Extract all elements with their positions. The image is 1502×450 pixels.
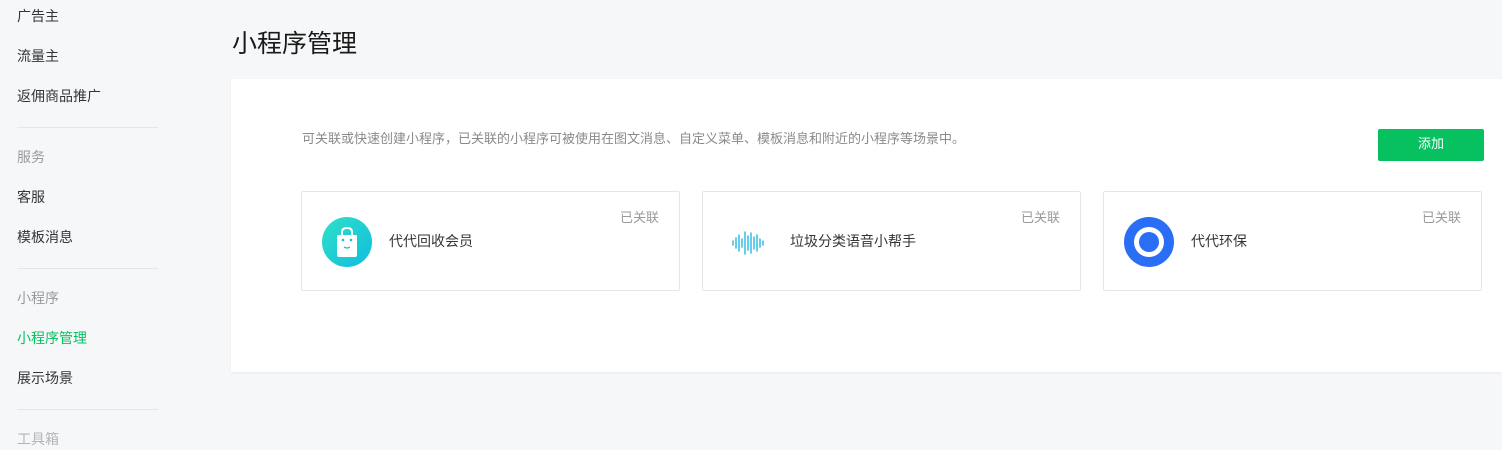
sidebar-item-advertiser[interactable]: 广告主 bbox=[17, 7, 59, 27]
sidebar: 广告主 流量主 返佣商品推广 服务 客服 模板消息 小程序 小程序管理 展示场景… bbox=[0, 0, 200, 448]
sidebar-item-miniprogram-management[interactable]: 小程序管理 bbox=[17, 329, 87, 349]
sidebar-item-template-message[interactable]: 模板消息 bbox=[17, 228, 73, 248]
sidebar-divider bbox=[17, 409, 158, 410]
card-name: 垃圾分类语音小帮手 bbox=[790, 234, 916, 250]
sidebar-item-commission-promotion[interactable]: 返佣商品推广 bbox=[17, 87, 101, 107]
sound-wave-icon bbox=[723, 217, 773, 267]
sidebar-divider bbox=[17, 268, 158, 269]
sidebar-item-publisher[interactable]: 流量主 bbox=[17, 47, 59, 67]
sidebar-group-toolbox-title: 工具箱 bbox=[17, 432, 59, 448]
miniprogram-card[interactable]: 已关联 代代环保 bbox=[1103, 191, 1482, 291]
sidebar-item-customer-service[interactable]: 客服 bbox=[17, 188, 45, 208]
sidebar-item-display-scene[interactable]: 展示场景 bbox=[17, 369, 73, 389]
main-panel: 可关联或快速创建小程序，已关联的小程序可被使用在图文消息、自定义菜单、模板消息和… bbox=[231, 79, 1502, 372]
card-status: 已关联 bbox=[1020, 211, 1060, 226]
add-button[interactable]: 添加 bbox=[1378, 129, 1484, 161]
shopping-bag-icon bbox=[322, 217, 372, 267]
page-description: 可关联或快速创建小程序，已关联的小程序可被使用在图文消息、自定义菜单、模板消息和… bbox=[302, 132, 966, 147]
card-status: 已关联 bbox=[1421, 211, 1461, 226]
sidebar-group-service-title: 服务 bbox=[17, 150, 45, 166]
card-status: 已关联 bbox=[619, 211, 659, 226]
miniprogram-card[interactable]: 已关联 代代回收会员 bbox=[301, 191, 680, 291]
card-name: 代代环保 bbox=[1191, 234, 1247, 250]
miniprogram-card[interactable]: 已关联 垃圾分类语音小帮手 bbox=[702, 191, 1081, 291]
ring-logo-icon bbox=[1124, 217, 1174, 267]
card-name: 代代回收会员 bbox=[389, 234, 473, 250]
page-title: 小程序管理 bbox=[232, 28, 358, 58]
sidebar-group-miniprogram-title: 小程序 bbox=[17, 291, 59, 307]
sidebar-divider bbox=[17, 127, 158, 128]
